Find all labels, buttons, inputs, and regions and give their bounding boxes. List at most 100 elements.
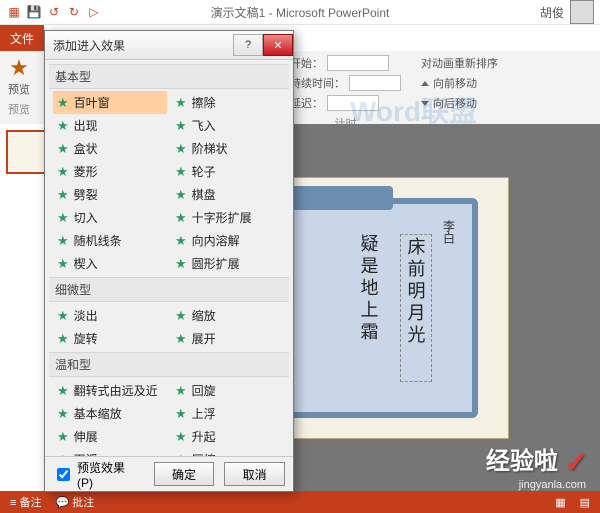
effect-item[interactable]: ★出现 — [53, 114, 167, 137]
comments-button[interactable]: 💬 批注 — [55, 494, 94, 510]
effect-label: 伸展 — [74, 428, 98, 445]
dialog-close-button[interactable]: ✕ — [263, 34, 293, 56]
effect-label: 轮子 — [192, 163, 216, 180]
view-normal-icon[interactable]: ▦ — [555, 496, 565, 509]
dialog-titlebar[interactable]: 添加进入效果 ? ✕ — [45, 31, 293, 60]
effect-item[interactable]: ★阶梯状 — [171, 137, 285, 160]
slideshow-icon[interactable]: ▷ — [86, 4, 102, 20]
tab-file[interactable]: 文件 — [0, 25, 44, 51]
effect-item[interactable]: ★ 向内溶解 — [171, 229, 285, 252]
star-icon: ★ — [175, 430, 187, 443]
save-icon[interactable]: 💾 — [26, 4, 42, 20]
effect-item[interactable]: ★圆形扩展 — [171, 252, 285, 275]
reorder-group: 对动画重新排序 向前移动 向后移动 — [421, 55, 498, 125]
star-icon: ★ — [175, 309, 187, 322]
star-icon: ★ — [57, 142, 69, 155]
effect-item[interactable]: ★ 轮子 — [171, 160, 285, 183]
effect-grid: ★翻转式由远及近★回旋★基本缩放★上浮★伸展★升起★下浮★压缩★中心旋转 — [49, 377, 289, 456]
effect-label: 缩放 — [192, 307, 216, 324]
effect-label: 升起 — [192, 428, 216, 445]
effect-item[interactable]: ★ 淡出 — [53, 304, 167, 327]
star-icon: ★ — [175, 165, 187, 178]
notes-button[interactable]: ≡ 备注 — [10, 494, 41, 510]
preview-button[interactable]: ★ 预览 — [8, 55, 30, 97]
star-icon: ★ — [175, 119, 187, 132]
move-forward-button[interactable]: 向前移动 — [421, 75, 498, 91]
effect-item[interactable]: ★ 伸展 — [53, 425, 167, 448]
effect-item[interactable]: ★ 随机线条 — [53, 229, 167, 252]
window-titlebar: ▦ 💾 ↺ ↻ ▷ 演示文稿1 - Microsoft PowerPoint 胡… — [0, 0, 600, 25]
effect-label: 切入 — [74, 209, 98, 226]
poem-author: 李白 — [441, 220, 458, 244]
poem-line-1[interactable]: 床前明月光 — [400, 234, 432, 382]
delay-field[interactable] — [327, 95, 379, 111]
effect-item[interactable]: ★ 升起 — [171, 425, 285, 448]
dialog-help-button[interactable]: ? — [233, 34, 263, 56]
start-field[interactable] — [327, 55, 389, 71]
star-icon: ★ — [57, 234, 69, 247]
effect-label: 百叶窗 — [74, 94, 110, 111]
star-icon: ★ — [57, 119, 69, 132]
star-icon: ★ — [57, 257, 69, 270]
effect-item[interactable]: ★压缩 — [171, 448, 285, 456]
star-icon: ★ — [175, 188, 187, 201]
star-icon: ★ — [57, 188, 69, 201]
effect-label: 淡出 — [74, 307, 98, 324]
effect-item[interactable]: ★擦除 — [171, 91, 285, 114]
preview-effect-checkbox[interactable]: 预览效果(P) — [53, 459, 134, 490]
effect-item[interactable]: ★ 缩放 — [171, 304, 285, 327]
star-icon: ★ — [175, 96, 187, 109]
star-icon: ★ — [57, 430, 69, 443]
cancel-button[interactable]: 取消 — [224, 462, 285, 486]
star-icon: ★ — [175, 384, 187, 397]
effect-item[interactable]: ★下浮 — [53, 448, 167, 456]
effect-label: 随机线条 — [74, 232, 122, 249]
effect-item[interactable]: ★翻转式由远及近 — [53, 379, 167, 402]
star-icon: ★ — [175, 234, 187, 247]
effect-item[interactable]: ★ 盒状 — [53, 137, 167, 160]
effect-item[interactable]: ★劈裂 — [53, 183, 167, 206]
opt-delay: 延迟： — [290, 95, 401, 111]
undo-icon[interactable]: ↺ — [46, 4, 62, 20]
effect-item[interactable]: ★上浮 — [171, 402, 285, 425]
move-backward-button[interactable]: 向后移动 — [421, 95, 498, 111]
preview-checkbox-input[interactable] — [57, 468, 70, 481]
user-avatar-icon[interactable] — [570, 0, 594, 24]
effect-item[interactable]: ★棋盘 — [171, 183, 285, 206]
effect-label: 盒状 — [74, 140, 98, 157]
effect-label: 翻转式由远及近 — [74, 382, 158, 399]
add-effect-dialog: 添加进入效果 ? ✕ 基本型★百叶窗★擦除★出现★飞入★盒状★阶梯状★菱形★轮子… — [44, 30, 294, 492]
dialog-body[interactable]: 基本型★百叶窗★擦除★出现★飞入★盒状★阶梯状★菱形★轮子★劈裂★棋盘★切入★十… — [45, 60, 293, 456]
duration-field[interactable] — [349, 75, 401, 91]
effect-label: 十字形扩展 — [192, 209, 252, 226]
effect-item[interactable]: ★切入 — [53, 206, 167, 229]
effect-label: 回旋 — [192, 382, 216, 399]
effect-group-header: 温和型 — [49, 352, 289, 377]
effect-item[interactable]: ★十字形扩展 — [171, 206, 285, 229]
effect-label: 飞入 — [192, 117, 216, 134]
effect-item[interactable]: ★ 百叶窗 — [53, 91, 167, 114]
effect-label: 楔入 — [74, 255, 98, 272]
effect-label: 向内溶解 — [192, 232, 240, 249]
star-icon: ★ — [57, 309, 69, 322]
effect-item[interactable]: ★ 回旋 — [171, 379, 285, 402]
user-name[interactable]: 胡俊 — [540, 4, 564, 21]
effect-item[interactable]: ★基本缩放 — [53, 402, 167, 425]
effect-item[interactable]: ★菱形 — [53, 160, 167, 183]
dialog-footer: 预览效果(P) 确定 取消 — [45, 456, 293, 491]
ok-button[interactable]: 确定 — [154, 462, 215, 486]
preview-icon: ★ — [8, 55, 30, 81]
qat: ▦ 💾 ↺ ↻ ▷ — [0, 4, 102, 20]
star-icon: ★ — [57, 453, 69, 456]
effect-label: 上浮 — [192, 405, 216, 422]
effect-item[interactable]: ★ 楔入 — [53, 252, 167, 275]
redo-icon[interactable]: ↻ — [66, 4, 82, 20]
effect-group-header: 细微型 — [49, 277, 289, 302]
effect-item[interactable]: ★ 飞入 — [171, 114, 285, 137]
preview-group: ★ 预览 预览 — [8, 55, 30, 125]
effect-grid: ★百叶窗★擦除★出现★飞入★盒状★阶梯状★菱形★轮子★劈裂★棋盘★切入★十字形扩… — [49, 89, 289, 277]
star-icon: ★ — [57, 96, 69, 109]
effect-item[interactable]: ★展开 — [171, 327, 285, 350]
view-sorter-icon[interactable]: ▤ — [580, 496, 590, 509]
effect-item[interactable]: ★旋转 — [53, 327, 167, 350]
